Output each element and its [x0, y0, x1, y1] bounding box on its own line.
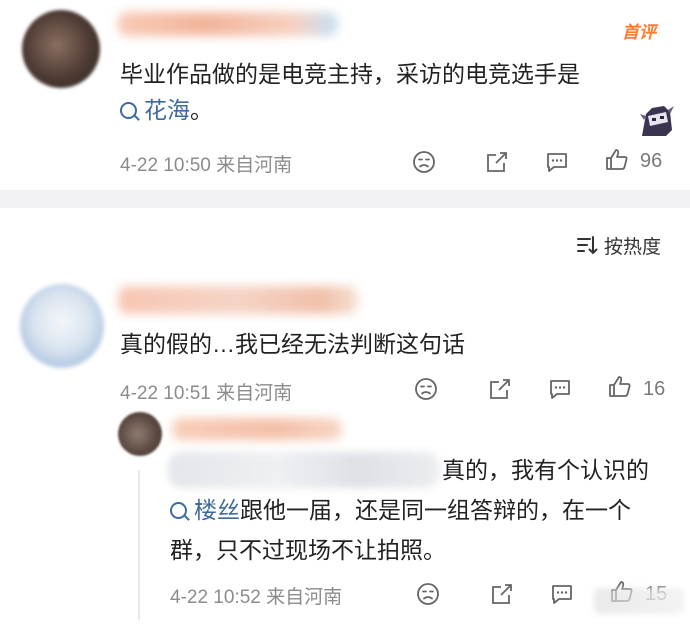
section-divider [0, 190, 690, 208]
watermark-blurred [594, 588, 684, 614]
search-link-label: 楼丝 [194, 497, 240, 523]
like-icon[interactable] [608, 375, 632, 399]
comment-meta: 4-22 10:51 来自河南 [120, 383, 293, 404]
emoji-icon[interactable] [412, 150, 436, 174]
search-icon [120, 102, 137, 119]
sort-icon[interactable] [576, 234, 598, 256]
emoji-icon[interactable] [416, 582, 440, 606]
comment-icon[interactable] [545, 150, 569, 174]
sort-button[interactable]: 按热度 [604, 232, 661, 259]
reply-meta: 4-22 10:52 来自河南 [170, 587, 343, 608]
reply-text-start: 真的，我有个认识的 [442, 457, 649, 483]
avatar[interactable] [118, 412, 162, 456]
username-blurred[interactable] [118, 12, 338, 36]
comment-text: 毕业作品做的是电竞主持，采访的电竞选手是 花海。 [120, 56, 660, 128]
reply-text: 真的，我有个认识的 楼丝跟他一届，还是同一组答辩的，在一个群，只不过现场不让拍照… [170, 450, 670, 570]
like-icon[interactable] [605, 148, 629, 172]
sticker-icon [640, 106, 674, 136]
search-link[interactable]: 楼丝 [170, 497, 240, 523]
username-blurred[interactable] [172, 418, 342, 440]
comment-meta: 4-22 10:50 来自河南 [120, 155, 293, 176]
username-blurred[interactable] [118, 286, 358, 314]
comment-icon[interactable] [548, 377, 572, 401]
share-icon[interactable] [490, 582, 514, 606]
search-link-label: 花海 [144, 97, 190, 123]
first-comment-badge: 首评 [622, 23, 656, 42]
share-icon[interactable] [488, 377, 512, 401]
search-icon [170, 502, 187, 519]
comment-text-body: 毕业作品做的是电竞主持，采访的电竞选手是 [120, 61, 580, 87]
comment-text: 真的假的…我已经无法判断这句话 [120, 331, 465, 357]
comment-icon[interactable] [550, 582, 574, 606]
reply-text-rest: 跟他一届，还是同一组答辩的，在一个群，只不过现场不让拍照。 [170, 497, 631, 563]
avatar[interactable] [20, 284, 104, 368]
avatar[interactable] [22, 10, 100, 88]
like-count: 96 [640, 150, 663, 172]
share-icon[interactable] [485, 150, 509, 174]
emoji-icon[interactable] [414, 377, 438, 401]
reply-thread-line [138, 470, 140, 620]
search-link[interactable]: 花海 [120, 97, 190, 123]
comment-text-tail: 。 [190, 97, 213, 123]
like-count: 16 [643, 378, 666, 400]
